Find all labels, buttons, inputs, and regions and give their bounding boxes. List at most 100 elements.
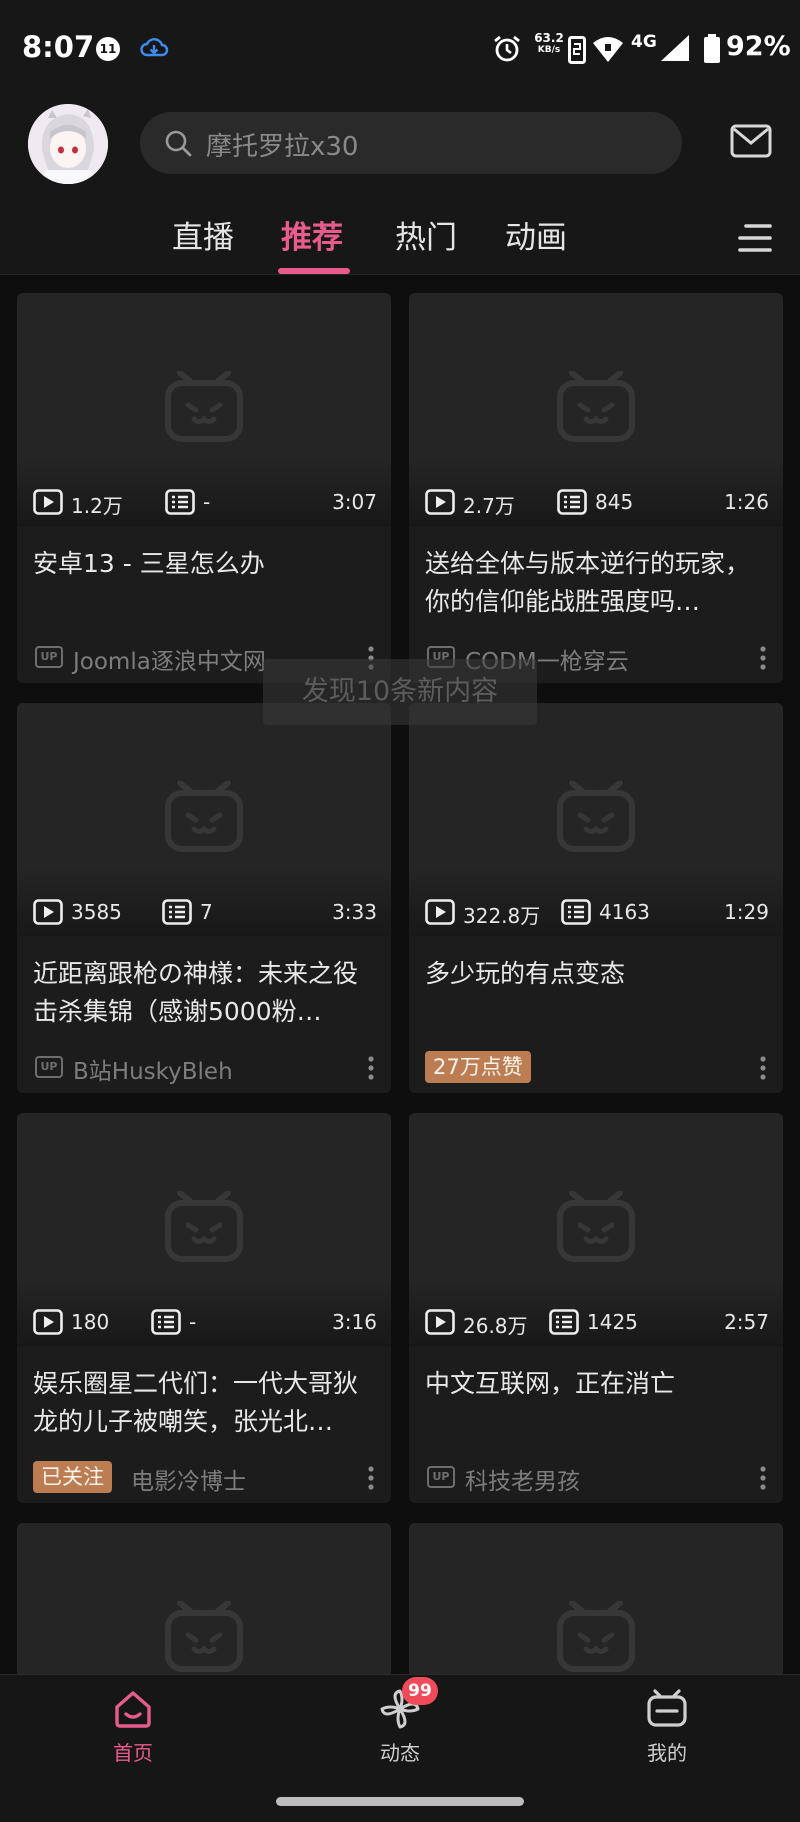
search-icon <box>164 129 192 157</box>
danmaku-count: - <box>203 490 211 514</box>
tv-face-icon <box>647 1689 687 1729</box>
home-indicator[interactable] <box>276 1797 524 1806</box>
video-duration: 3:16 <box>332 1310 377 1334</box>
video-duration: 3:07 <box>332 490 377 514</box>
video-stats: 3585 7 3:33 <box>33 899 377 927</box>
notification-count-icon: 11 <box>96 37 120 61</box>
network-rate: 63.2 KB/s <box>532 32 566 56</box>
video-meta: UP 科技老男孩 <box>425 1461 767 1495</box>
more-options-icon[interactable] <box>757 1055 769 1081</box>
video-thumbnail[interactable]: 1.2万 - 3:07 <box>17 293 391 526</box>
video-card[interactable]: 3585 7 3:33 近距离跟枪の神様：未来之役击杀集锦（感谢5000粉… U… <box>17 703 391 1093</box>
video-thumbnail[interactable] <box>409 1523 783 1676</box>
video-title[interactable]: 近距离跟枪の神様：未来之役击杀集锦（感谢5000粉… <box>33 955 375 1031</box>
menu-icon[interactable] <box>738 222 772 254</box>
danmaku-count-icon <box>549 1309 579 1335</box>
video-stats: 180 - 3:16 <box>33 1309 377 1337</box>
tv-placeholder-icon <box>556 1601 636 1673</box>
danmaku-count-icon <box>151 1309 181 1335</box>
uploader-name[interactable]: 科技老男孩 <box>465 1462 580 1496</box>
play-count-icon <box>33 1309 63 1335</box>
tab-live[interactable]: 直播 <box>172 212 234 257</box>
video-card[interactable]: 322.8万 4163 1:29 多少玩的有点变态 27万点赞 <box>409 703 783 1093</box>
video-title[interactable]: 多少玩的有点变态 <box>425 955 767 993</box>
video-title[interactable]: 安卓13 - 三星怎么办 <box>33 545 375 583</box>
play-count-icon <box>425 1309 455 1335</box>
danmaku-count: 4163 <box>599 900 650 924</box>
signal-icon <box>660 34 690 62</box>
tab-recommend[interactable]: 推荐 <box>281 212 343 257</box>
video-duration: 1:29 <box>724 900 769 924</box>
uploader-name[interactable]: Joomla逐浪中文网 <box>73 642 266 676</box>
video-thumbnail[interactable]: 180 - 3:16 <box>17 1113 391 1346</box>
danmaku-count: 1425 <box>587 1310 638 1334</box>
tab-anime[interactable]: 动画 <box>505 212 567 257</box>
notification-badge: 99 <box>402 1677 438 1705</box>
video-thumbnail[interactable]: 322.8万 4163 1:29 <box>409 703 783 936</box>
video-stats: 26.8万 1425 2:57 <box>425 1309 769 1338</box>
rate-value: 63.2 <box>534 31 564 45</box>
video-meta: 27万点赞 <box>425 1051 767 1085</box>
play-count: 180 <box>71 1310 110 1334</box>
tv-placeholder-icon <box>556 1191 636 1263</box>
bottom-nav: 首页 99 动态 我的 <box>0 1674 800 1822</box>
nav-mine-label: 我的 <box>647 1741 687 1765</box>
video-card[interactable]: 1.2万 - 3:07 安卓13 - 三星怎么办 UP Joomla逐浪中文网 <box>17 293 391 683</box>
nav-mine[interactable]: 我的 <box>597 1675 737 1785</box>
video-duration: 3:33 <box>332 900 377 924</box>
danmaku-count-icon <box>165 489 195 515</box>
video-card[interactable] <box>409 1523 783 1676</box>
play-count: 26.8万 <box>463 1314 528 1338</box>
video-meta: UP B站HuskyBleh <box>33 1051 375 1085</box>
video-card[interactable] <box>17 1523 391 1676</box>
mail-icon[interactable] <box>730 124 772 158</box>
search-bar[interactable]: 摩托罗拉x30 <box>140 112 682 174</box>
video-stats: 2.7万 845 1:26 <box>425 489 769 518</box>
video-card[interactable]: 26.8万 1425 2:57 中文互联网，正在消亡 UP 科技老男孩 <box>409 1113 783 1503</box>
up-badge: UP <box>35 646 63 668</box>
app-header: 摩托罗拉x30 直播 推荐 热门 动画 <box>0 100 800 275</box>
play-count-icon <box>425 489 455 515</box>
likes-badge: 27万点赞 <box>425 1051 531 1083</box>
uploader-name[interactable]: B站HuskyBleh <box>73 1052 233 1086</box>
danmaku-count: 7 <box>200 900 213 924</box>
tv-placeholder-icon <box>164 371 244 443</box>
play-count: 3585 <box>71 900 122 924</box>
play-count-icon <box>425 899 455 925</box>
more-options-icon[interactable] <box>757 1465 769 1491</box>
danmaku-count-icon <box>557 489 587 515</box>
video-meta: 已关注 电影冷博士 <box>33 1461 375 1495</box>
up-badge: UP <box>427 1466 455 1488</box>
avatar[interactable] <box>28 104 108 184</box>
nav-dynamic[interactable]: 99 动态 <box>330 1675 470 1785</box>
video-title[interactable]: 娱乐圈星二代们：一代大哥狄龙的儿子被嘲笑，张光北… <box>33 1365 375 1441</box>
more-options-icon[interactable] <box>365 1465 377 1491</box>
video-duration: 1:26 <box>724 490 769 514</box>
network-type: 4G <box>631 32 657 52</box>
video-thumbnail[interactable]: 3585 7 3:33 <box>17 703 391 936</box>
nav-home-label: 首页 <box>113 1741 153 1765</box>
tv-placeholder-icon <box>164 1601 244 1673</box>
battery-icon <box>703 34 721 64</box>
rate-unit: KB/s <box>537 45 561 55</box>
more-options-icon[interactable] <box>365 1055 377 1081</box>
video-title[interactable]: 中文互联网，正在消亡 <box>425 1365 767 1403</box>
video-thumbnail[interactable]: 26.8万 1425 2:57 <box>409 1113 783 1346</box>
video-thumbnail[interactable]: 2.7万 845 1:26 <box>409 293 783 526</box>
new-content-toast[interactable]: 发现10条新内容 <box>263 659 537 725</box>
alarm-icon <box>492 34 522 64</box>
uploader-name[interactable]: 电影冷博士 <box>131 1462 246 1496</box>
tab-hot[interactable]: 热门 <box>395 212 457 257</box>
video-card[interactable]: 180 - 3:16 娱乐圈星二代们：一代大哥狄龙的儿子被嘲笑，张光北… 已关注… <box>17 1113 391 1503</box>
status-bar: 8:07 11 63.2 KB/s 4G 92% <box>0 0 800 100</box>
nav-home[interactable]: 首页 <box>63 1675 203 1785</box>
tab-bar: 直播 推荐 热门 动画 <box>0 208 800 274</box>
more-options-icon[interactable] <box>757 645 769 671</box>
tv-placeholder-icon <box>164 1191 244 1263</box>
followed-badge: 已关注 <box>33 1461 112 1493</box>
video-stats: 322.8万 4163 1:29 <box>425 899 769 928</box>
video-thumbnail[interactable] <box>17 1523 391 1676</box>
video-card[interactable]: 2.7万 845 1:26 送给全体与版本逆行的玩家，你的信仰能战胜强度吗… U… <box>409 293 783 683</box>
home-icon <box>113 1689 153 1729</box>
video-title[interactable]: 送给全体与版本逆行的玩家，你的信仰能战胜强度吗… <box>425 545 767 621</box>
